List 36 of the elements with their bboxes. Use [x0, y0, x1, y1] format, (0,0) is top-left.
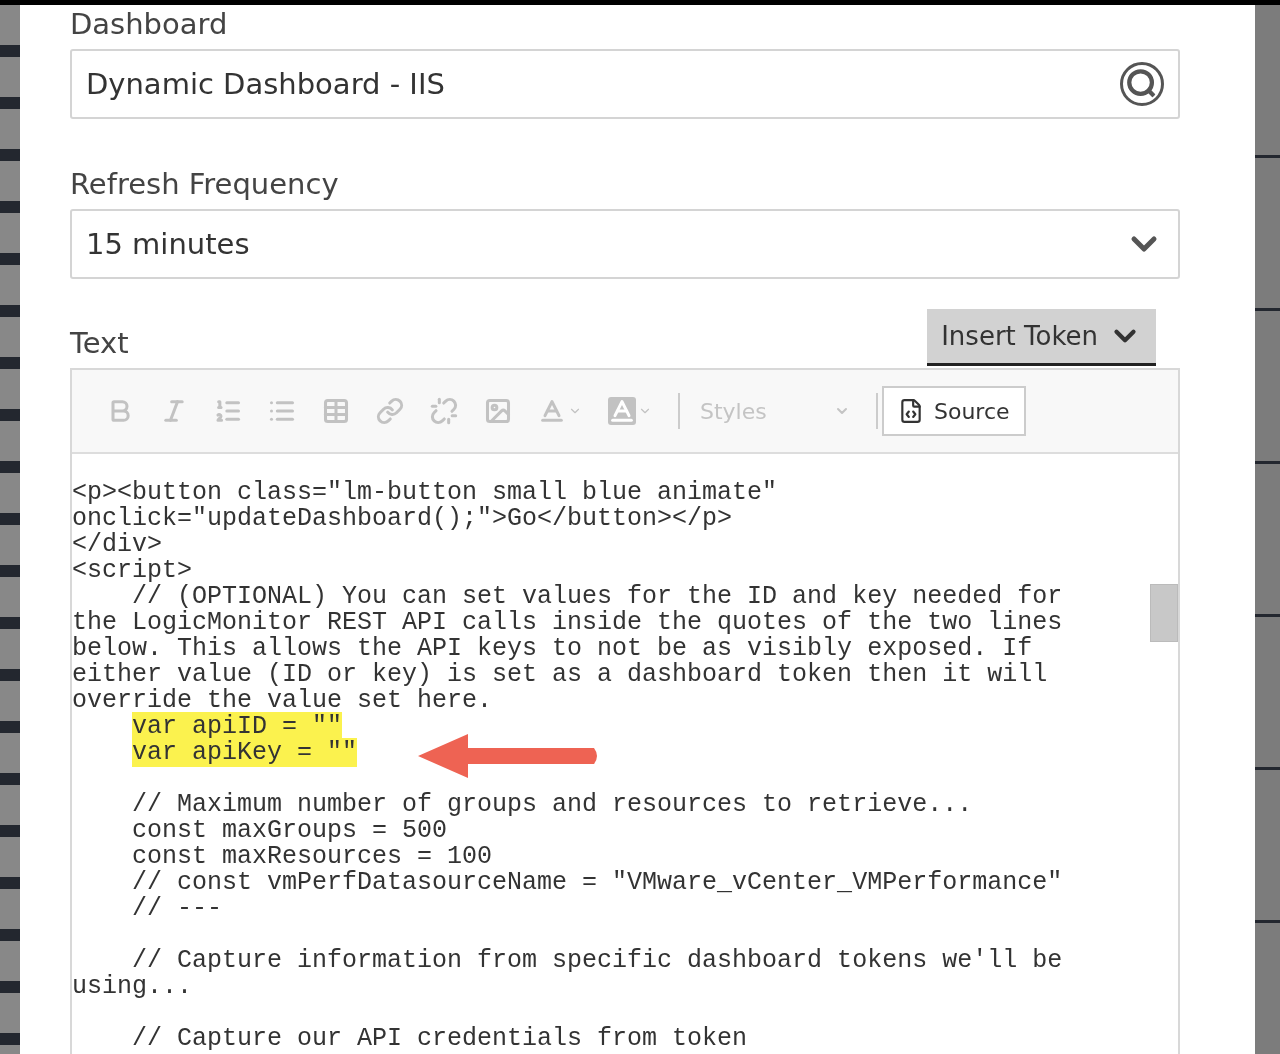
scrollbar-thumb[interactable] [1150, 584, 1178, 642]
image-button[interactable] [484, 397, 512, 425]
code-line: override the value set here. [72, 686, 493, 715]
field-label: Text [70, 326, 129, 362]
unlink-button[interactable] [430, 397, 458, 425]
text-color-button[interactable] [538, 397, 582, 425]
field-label: Dashboard [70, 7, 229, 43]
code-line: const maxResources = 100 [131, 842, 493, 871]
code-line: // Maximum number of groups and resources to retrieve... [131, 790, 973, 819]
code-line: either value (ID or key) is set as a dashboard token then it will [72, 660, 1048, 689]
code-line: <p><button class="lm-button small blue animate" [72, 478, 778, 507]
refresh-select[interactable]: 15 minutes [70, 209, 1180, 279]
dashboard-field[interactable]: Dynamic Dashboard - IIS [70, 49, 1180, 119]
insert-token-button[interactable]: Insert Token [927, 309, 1156, 366]
field-label: Refresh Frequency [70, 167, 340, 203]
code-line: // --- [131, 894, 223, 923]
code-line: // Capture our API credentials from token [131, 1024, 748, 1053]
code-line: onclick="updateDashboard();">Go</button></p> [72, 504, 733, 533]
code-line: <script> [72, 556, 193, 585]
code-line: below. This allows the API keys to not be as visibly exposed. If [72, 634, 1033, 663]
table-button[interactable] [322, 397, 350, 425]
code-line: // (OPTIONAL) You can set values for the ID and key needed for [131, 582, 1063, 611]
source-button[interactable]: Source [882, 386, 1026, 436]
highlighted-code: var apiKey = "" [132, 738, 358, 767]
text-editor[interactable] [70, 368, 1180, 1054]
background-color-button[interactable] [608, 397, 652, 425]
code-line: // const vmPerfDatasourceName = "VMware_vCenter_VMPerformance" [131, 868, 1063, 897]
code-line: using... [72, 972, 193, 1001]
search-icon[interactable] [1120, 62, 1164, 106]
code-line: const maxGroups = 500 [131, 816, 448, 845]
code-line: the LogicMonitor REST API calls inside the quotes of the two lines [72, 608, 1063, 637]
numbered-list-button[interactable] [214, 397, 242, 425]
code-file-icon [898, 398, 924, 424]
code-line: </div> [72, 530, 162, 559]
link-button[interactable] [376, 397, 404, 425]
code-line: // Capture information from specific dashboard tokens we'll be [132, 946, 1063, 975]
